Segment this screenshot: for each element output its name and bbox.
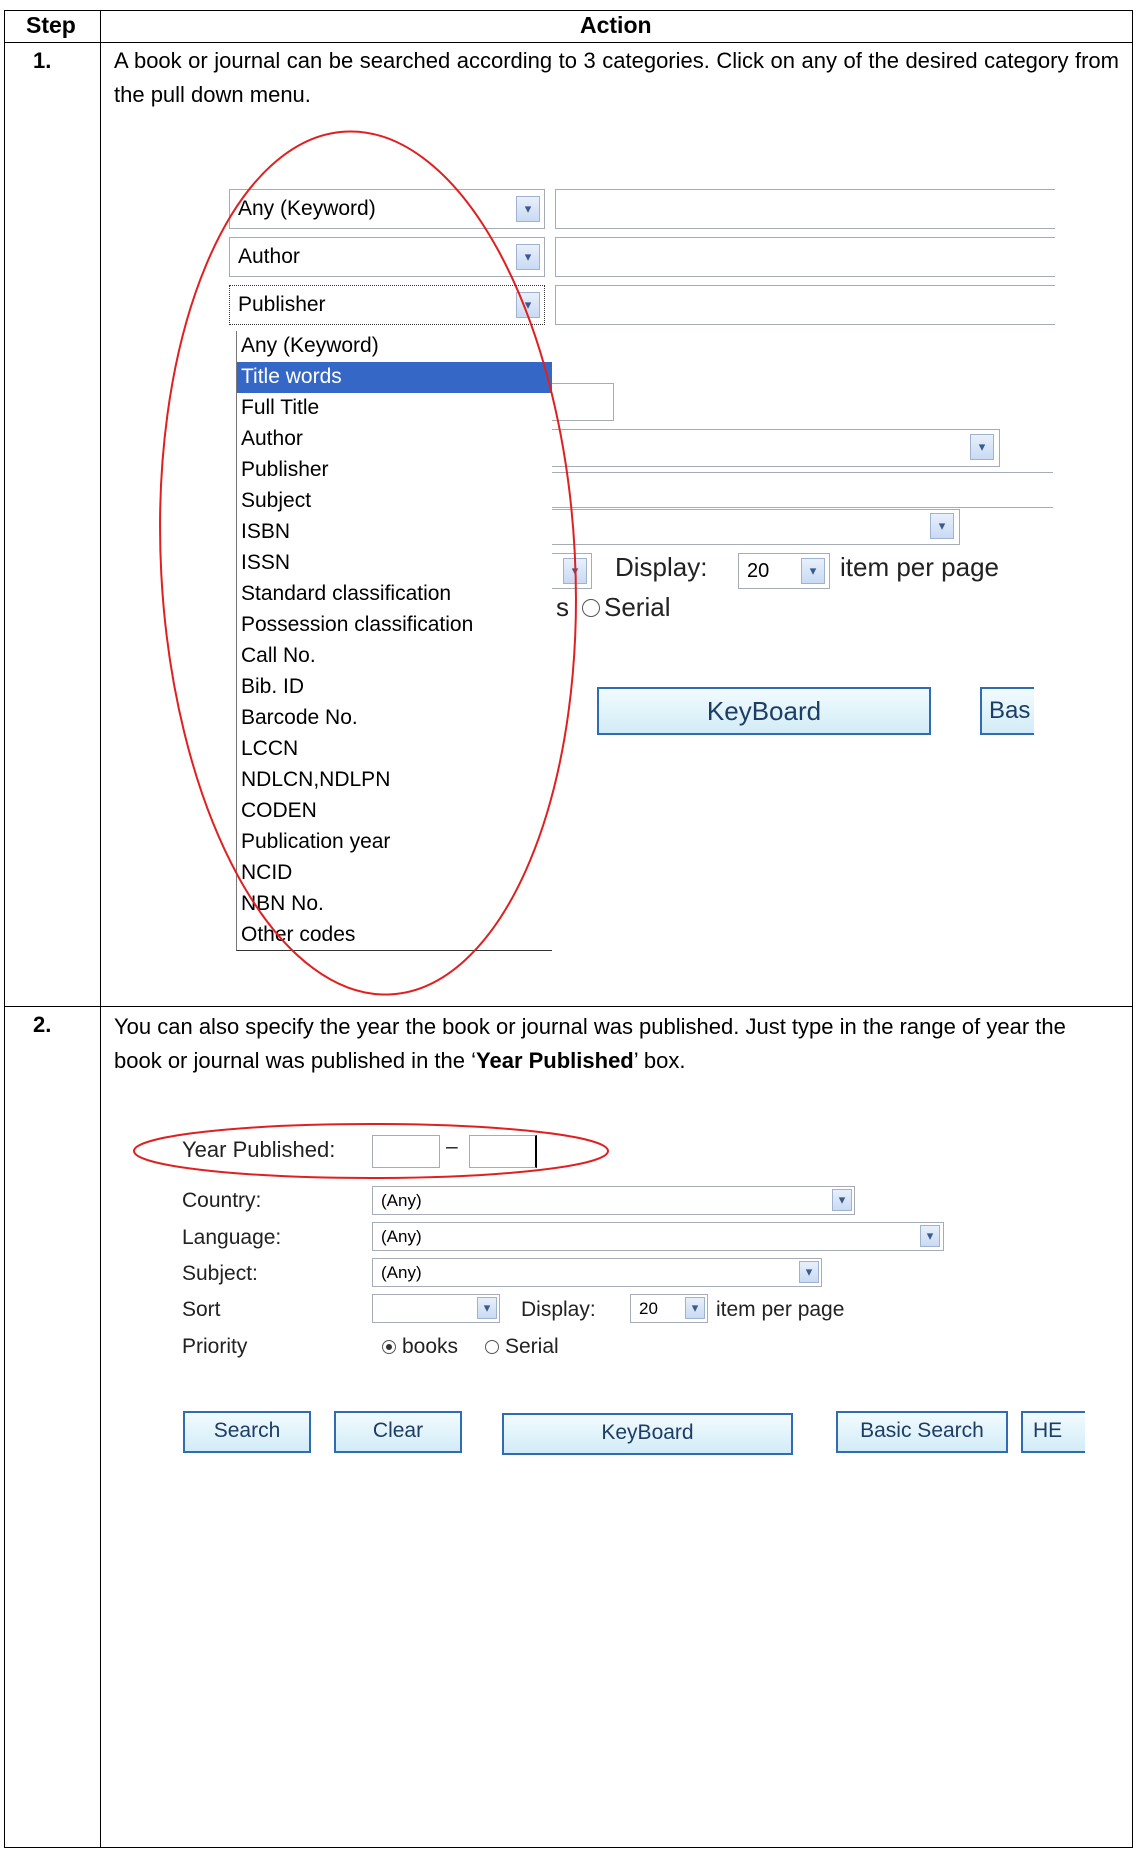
language-select[interactable]: (Any) — [372, 1222, 944, 1251]
column-divider — [100, 10, 101, 1848]
header-action: Action — [580, 12, 652, 38]
chevron-down-icon[interactable]: ▾ — [832, 1189, 852, 1211]
language-label: Language: — [182, 1226, 282, 1249]
clear-button[interactable]: Clear — [334, 1411, 462, 1453]
help-fragment-label: HE — [1033, 1419, 1063, 1442]
books-radio[interactable] — [382, 1340, 396, 1354]
step-2-text-part2: ’ box. — [633, 1048, 686, 1073]
header-step: Step — [26, 12, 76, 38]
country-value: (Any) — [381, 1191, 422, 1210]
display-value: 20 — [747, 560, 770, 582]
basic-search-button[interactable]: Basic Search — [836, 1411, 1008, 1453]
step-number-1: 1. — [33, 48, 52, 73]
keyboard-button[interactable]: KeyBoard — [502, 1413, 793, 1455]
serial-label: Serial — [604, 592, 671, 622]
keyboard-label: KeyBoard — [601, 1421, 694, 1444]
serial-label: Serial — [505, 1335, 559, 1358]
country-select-fragment[interactable] — [548, 429, 1000, 467]
help-button-fragment[interactable]: HE — [1021, 1411, 1085, 1453]
chevron-down-icon[interactable]: ▾ — [930, 513, 954, 539]
display-label: Display: — [521, 1298, 596, 1321]
header-divider — [4, 42, 1133, 43]
subject-select-fragment[interactable] — [548, 509, 960, 545]
chevron-down-icon[interactable]: ▾ — [801, 558, 825, 584]
country-label: Country: — [182, 1189, 262, 1212]
per-page-label: item per page — [840, 552, 999, 582]
subject-select[interactable]: (Any) — [372, 1258, 822, 1287]
chevron-down-icon[interactable]: ▾ — [970, 434, 994, 460]
language-select-fragment[interactable] — [548, 472, 1053, 508]
basic-search-fragment-label: Bas — [989, 697, 1031, 724]
chevron-down-icon[interactable]: ▾ — [920, 1225, 940, 1247]
language-value: (Any) — [381, 1227, 422, 1246]
basic-search-label: Basic Search — [860, 1419, 984, 1442]
chevron-down-icon[interactable]: ▾ — [477, 1297, 497, 1319]
sort-label: Sort — [182, 1298, 221, 1321]
basic-search-button-fragment[interactable]: Bas — [980, 687, 1034, 735]
priority-label: Priority — [182, 1335, 248, 1358]
search-button[interactable]: Search — [183, 1411, 311, 1453]
per-page-label: item per page — [716, 1298, 845, 1321]
step-2-text-bold: Year Published — [476, 1048, 634, 1073]
search-term-input-2[interactable] — [555, 237, 1055, 277]
search-label: Search — [213, 1419, 281, 1442]
clear-label: Clear — [372, 1419, 424, 1442]
subject-label: Subject: — [182, 1262, 258, 1285]
display-label: Display: — [615, 552, 708, 582]
books-label: books — [402, 1335, 459, 1358]
display-value: 20 — [639, 1299, 658, 1318]
highlight-ellipse — [159, 130, 577, 996]
step-1-text: A book or journal can be searched accord… — [114, 48, 1119, 107]
search-term-input-3[interactable] — [555, 285, 1055, 325]
step-number-2: 2. — [33, 1012, 52, 1037]
step-2-text: You can also specify the year the book o… — [114, 1010, 1119, 1078]
radio-dot — [386, 1344, 392, 1350]
highlight-ellipse — [133, 1123, 609, 1179]
search-term-input-1[interactable] — [555, 189, 1055, 229]
chevron-down-icon[interactable]: ▾ — [799, 1261, 819, 1283]
serial-radio[interactable] — [485, 1340, 499, 1354]
chevron-down-icon[interactable]: ▾ — [685, 1297, 705, 1319]
subject-value: (Any) — [381, 1263, 422, 1282]
keyboard-button[interactable]: KeyBoard — [597, 687, 931, 735]
keyboard-label: KeyBoard — [706, 696, 822, 726]
row-divider — [4, 1006, 1133, 1007]
